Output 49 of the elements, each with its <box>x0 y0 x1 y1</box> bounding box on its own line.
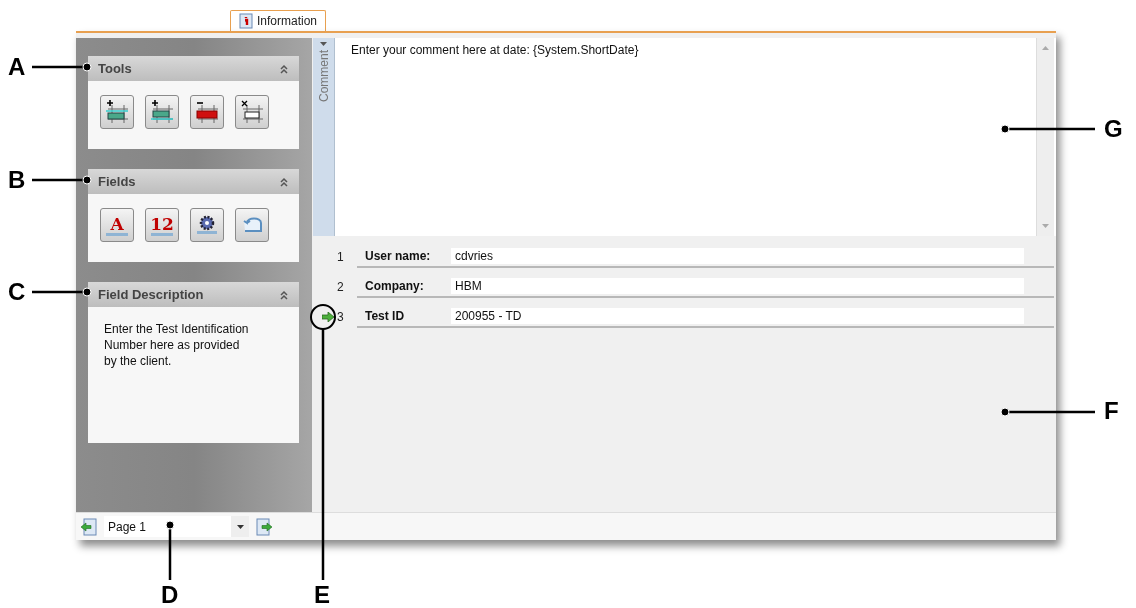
leader-line <box>32 287 92 297</box>
toolbar-button[interactable] <box>190 95 224 129</box>
callout-letter: C <box>8 279 26 305</box>
comment-tab-label: Comment <box>315 50 332 102</box>
table-row-icon <box>239 99 265 125</box>
leader-line <box>32 62 92 72</box>
toolbar-button[interactable] <box>235 95 269 129</box>
previous-page-icon[interactable] <box>80 517 98 536</box>
table-row-icon <box>194 99 220 125</box>
page-dropdown-value: Page 1 <box>107 518 148 536</box>
dropdown-arrow-icon <box>320 42 327 46</box>
field-input[interactable]: 200955 - TD <box>451 308 1024 324</box>
callout-letter: A <box>8 54 26 80</box>
dropdown-arrow-icon <box>236 524 244 529</box>
page-dropdown[interactable]: Page 1 <box>104 516 249 537</box>
field-label: Test ID <box>365 308 406 325</box>
info-icon <box>239 13 253 29</box>
information-tab[interactable]: Information <box>230 10 327 31</box>
collapse-icon[interactable] <box>279 63 289 74</box>
toolbar-button[interactable] <box>190 208 224 242</box>
collapse-icon[interactable] <box>279 289 289 300</box>
field-description: Enter the Test Identification Number here as provided by the client. <box>103 321 250 369</box>
toolbar-button[interactable] <box>145 95 179 129</box>
callout-letter: F <box>1104 398 1119 424</box>
callout-letter: D <box>161 582 179 608</box>
row-number: 3 <box>337 309 345 326</box>
leader-line <box>32 175 92 185</box>
table-row-icon <box>104 99 130 125</box>
next-page-icon[interactable] <box>255 517 273 536</box>
field-label: User name: <box>365 248 432 265</box>
collapse-icon[interactable] <box>279 176 289 187</box>
panel-title: Tools <box>98 59 132 78</box>
field-input[interactable]: HBM <box>451 278 1024 294</box>
comment-text: Enter your comment here at date: {System.ShortDate} <box>350 42 640 59</box>
panel-title: Field Description <box>98 285 204 304</box>
row-number: 2 <box>337 279 345 296</box>
field-label: Company: <box>365 278 425 295</box>
callout-letter: G <box>1104 116 1123 142</box>
comment-field[interactable]: Enter your comment here at date: {System.ShortDate} <box>335 38 1056 236</box>
gear-icon <box>195 213 219 237</box>
callout-letter: E <box>314 582 330 608</box>
field-input[interactable]: cdvries <box>451 248 1024 264</box>
toolbar-button[interactable]: A <box>100 208 134 242</box>
row-number: 1 <box>337 249 345 266</box>
table-row-icon <box>149 99 175 125</box>
callout-letter: B <box>8 167 26 193</box>
panel-title: Fields <box>98 172 136 191</box>
toolbar-button[interactable]: 12 <box>145 208 179 242</box>
toolbar-button[interactable] <box>100 95 134 129</box>
